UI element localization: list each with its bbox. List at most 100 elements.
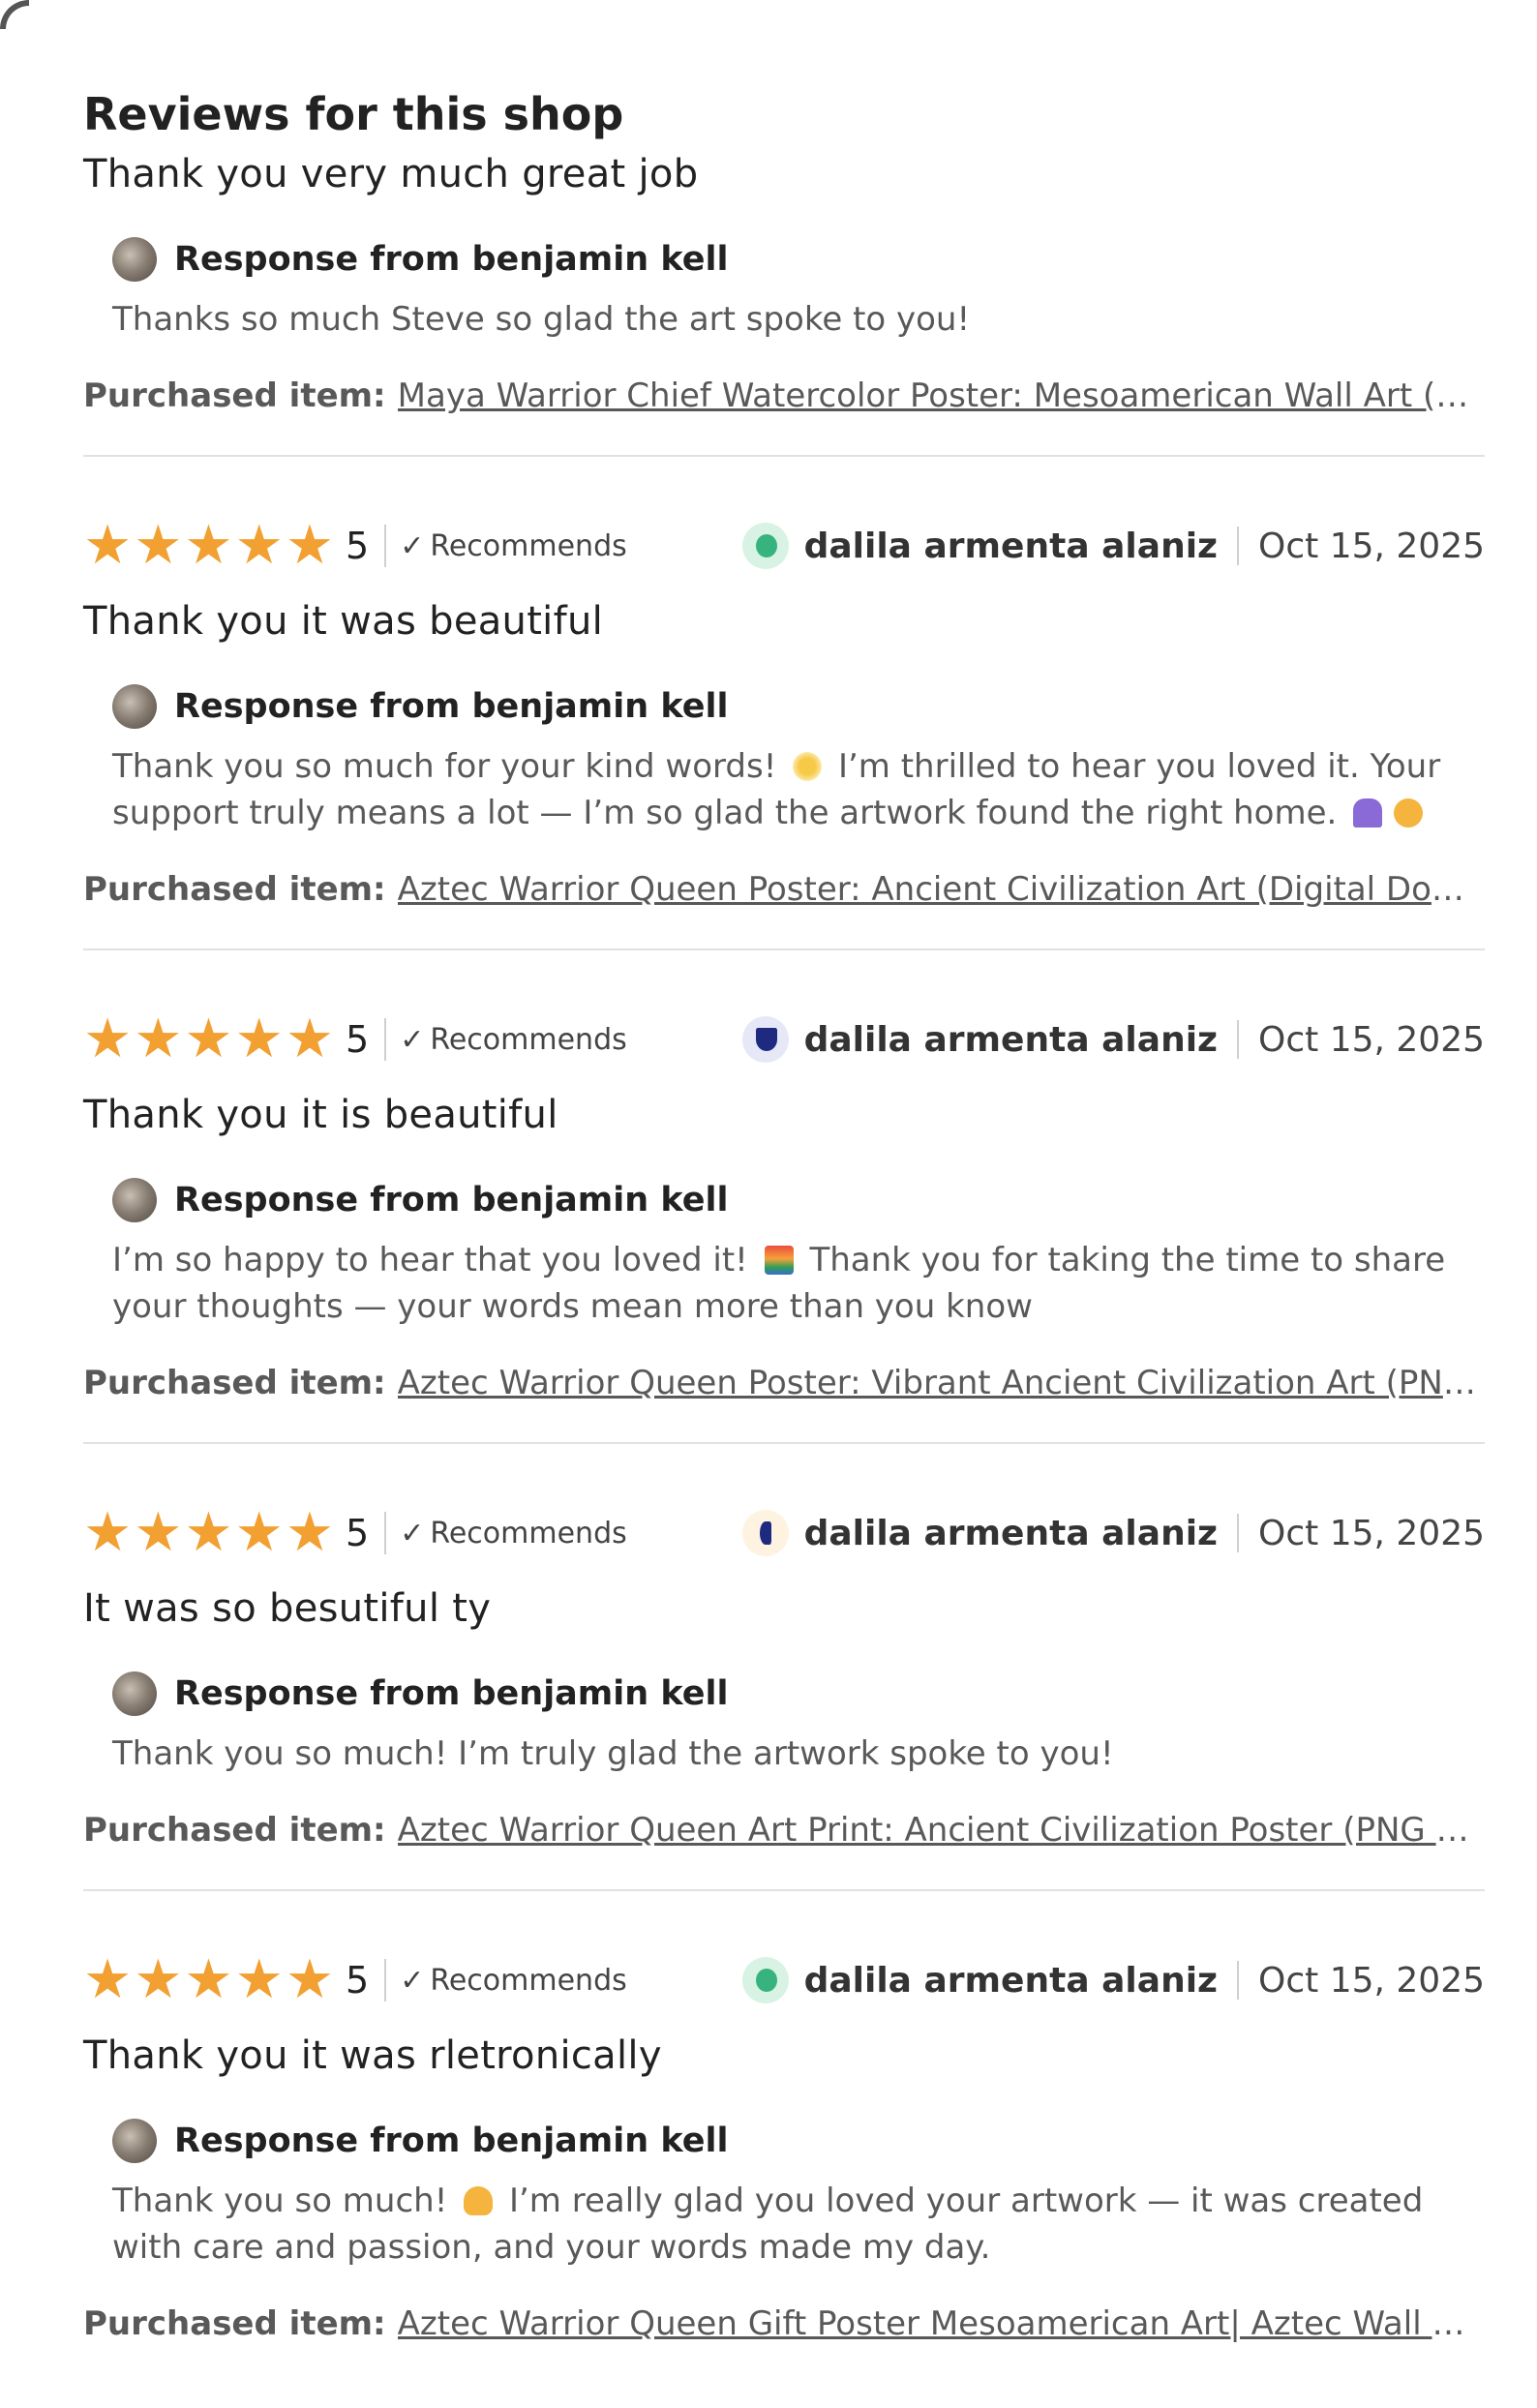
review-text: Thank you it was beautiful xyxy=(83,599,604,644)
star-icon: ★ xyxy=(83,1008,133,1070)
rating-value: 5 xyxy=(346,525,370,567)
review-date: Oct 15, 2025 xyxy=(1258,526,1485,566)
seller-avatar xyxy=(112,237,157,282)
response-body: Thank you so much for your kind words! I… xyxy=(112,743,1487,836)
response-label: Response from benjamin kell xyxy=(174,1674,729,1713)
response-text: I’m so happy to hear that you loved it! xyxy=(112,1241,748,1279)
response-label: Response from benjamin kell xyxy=(174,2122,729,2160)
review-date: Oct 15, 2025 xyxy=(1258,1513,1485,1553)
separator xyxy=(1237,1514,1239,1552)
purchased-item: Purchased item: Aztec Warrior Queen Post… xyxy=(83,867,1485,912)
star-icon: ★ xyxy=(184,1948,233,2011)
review-item: ★ ★ ★ ★ ★ 5 ✓ Recommends dalila armenta … xyxy=(83,1504,1485,1852)
purchased-item: Purchased item: Aztec Warrior Queen Gift… xyxy=(83,2302,1485,2346)
separator xyxy=(384,525,387,567)
star-icon: ★ xyxy=(285,514,335,577)
purchased-item-link[interactable]: Maya Warrior Chief Watercolor Poster: Me… xyxy=(398,374,1485,418)
review-text: Thank you it is beautiful xyxy=(83,1093,558,1137)
separator xyxy=(1237,527,1239,565)
star-icon: ★ xyxy=(83,514,133,577)
check-icon: ✓ xyxy=(400,1516,425,1550)
star-rating: ★ ★ ★ ★ ★ xyxy=(83,1953,336,2007)
recommends-badge: ✓ Recommends xyxy=(400,529,627,563)
purchased-item: Purchased item: Aztec Warrior Queen Art … xyxy=(83,1808,1485,1852)
user-avatar[interactable] xyxy=(741,1016,789,1063)
star-rating: ★ ★ ★ ★ ★ xyxy=(83,1506,336,1560)
review-text: It was so besutiful ty xyxy=(83,1586,492,1631)
purchased-label: Purchased item: xyxy=(83,1364,386,1402)
star-icon: ★ xyxy=(234,1948,284,2011)
seller-response: Response from benjamin kell Thank you so… xyxy=(83,1671,1485,1777)
star-icon: ★ xyxy=(134,1948,183,2011)
purchased-item: Purchased item: Maya Warrior Chief Water… xyxy=(83,374,1485,418)
separator xyxy=(1237,1961,1239,2000)
purchased-item: Purchased item: Aztec Warrior Queen Post… xyxy=(83,1361,1485,1405)
response-body: Thanks so much Steve so glad the art spo… xyxy=(112,300,971,339)
purchased-item-link[interactable]: Aztec Warrior Queen Gift Poster Mesoamer… xyxy=(398,2302,1485,2346)
recommends-label: Recommends xyxy=(430,1022,627,1057)
star-icon: ★ xyxy=(134,1501,183,1564)
star-icon: ★ xyxy=(134,1008,183,1070)
reviews-section: Reviews for this shop Thank you very muc… xyxy=(83,85,1485,2346)
praying-hands-icon xyxy=(1353,798,1383,828)
user-avatar[interactable] xyxy=(741,523,789,569)
rating-value: 5 xyxy=(346,1512,370,1554)
hands-emoji-icon xyxy=(464,2186,494,2215)
separator xyxy=(384,1018,387,1061)
recommends-badge: ✓ Recommends xyxy=(400,1023,627,1057)
recommends-label: Recommends xyxy=(430,528,627,563)
divider xyxy=(83,455,1485,457)
response-text: Thank you so much for your kind words! xyxy=(112,747,777,786)
purchased-label: Purchased item: xyxy=(83,376,386,415)
reviewer-name[interactable]: dalila armenta alaniz xyxy=(804,1020,1218,1060)
reviewer-name[interactable]: dalila armenta alaniz xyxy=(804,527,1218,566)
recommends-badge: ✓ Recommends xyxy=(400,1517,627,1550)
review-date: Oct 15, 2025 xyxy=(1258,1019,1485,1060)
response-text: Thank you so much! xyxy=(112,2182,448,2220)
seller-response: Response from benjamin kell I’m so happy… xyxy=(83,1177,1485,1330)
user-avatar[interactable] xyxy=(741,1510,789,1556)
sun-emoji-icon xyxy=(793,752,823,781)
purchased-item-link[interactable]: Aztec Warrior Queen Poster: Vibrant Anci… xyxy=(398,1361,1485,1405)
response-body: Thank you so much! I’m really glad you l… xyxy=(112,2178,1487,2271)
separator xyxy=(1237,1020,1239,1059)
user-avatar[interactable] xyxy=(741,1957,789,2003)
star-icon: ★ xyxy=(234,514,284,577)
seller-response: Response from benjamin kell Thanks so mu… xyxy=(83,236,1485,343)
response-body: I’m so happy to hear that you loved it! … xyxy=(112,1237,1487,1330)
seller-avatar xyxy=(112,684,157,729)
divider xyxy=(83,1442,1485,1444)
purchased-label: Purchased item: xyxy=(83,1811,386,1850)
check-icon: ✓ xyxy=(400,1963,425,1998)
purchased-label: Purchased item: xyxy=(83,870,386,909)
star-icon: ★ xyxy=(83,1501,133,1564)
reviewer-name[interactable]: dalila armenta alaniz xyxy=(804,1514,1218,1553)
section-title: Reviews for this shop xyxy=(83,88,624,140)
review-date: Oct 15, 2025 xyxy=(1258,1960,1485,2001)
seller-avatar xyxy=(112,1671,157,1716)
reviewer-name[interactable]: dalila armenta alaniz xyxy=(804,1961,1218,2001)
purchased-item-link[interactable]: Aztec Warrior Queen Poster: Ancient Civi… xyxy=(398,867,1485,912)
purchased-label: Purchased item: xyxy=(83,2304,386,2343)
star-icon: ★ xyxy=(285,1008,335,1070)
review-item: ★ ★ ★ ★ ★ 5 ✓ Recommends dalila armenta … xyxy=(83,1010,1485,1405)
star-icon: ★ xyxy=(83,1948,133,2011)
sunset-emoji-icon xyxy=(764,1246,794,1275)
divider xyxy=(83,948,1485,950)
review-text: Thank you it was rletronically xyxy=(83,2033,662,2078)
star-rating: ★ ★ ★ ★ ★ xyxy=(83,519,336,573)
rating-value: 5 xyxy=(346,1018,370,1061)
star-icon: ★ xyxy=(234,1008,284,1070)
heart-icon xyxy=(1394,798,1424,828)
star-icon: ★ xyxy=(234,1501,284,1564)
window-corner xyxy=(0,0,29,29)
response-label: Response from benjamin kell xyxy=(174,240,729,279)
check-icon: ✓ xyxy=(400,528,425,563)
star-icon: ★ xyxy=(184,1008,233,1070)
review-item: ★ ★ ★ ★ ★ 5 ✓ Recommends dalila armenta … xyxy=(83,517,1485,912)
response-body: Thank you so much! I’m truly glad the ar… xyxy=(112,1734,1114,1773)
divider xyxy=(83,1889,1485,1891)
star-rating: ★ ★ ★ ★ ★ xyxy=(83,1012,336,1067)
star-icon: ★ xyxy=(184,1501,233,1564)
purchased-item-link[interactable]: Aztec Warrior Queen Art Print: Ancient C… xyxy=(398,1808,1485,1852)
